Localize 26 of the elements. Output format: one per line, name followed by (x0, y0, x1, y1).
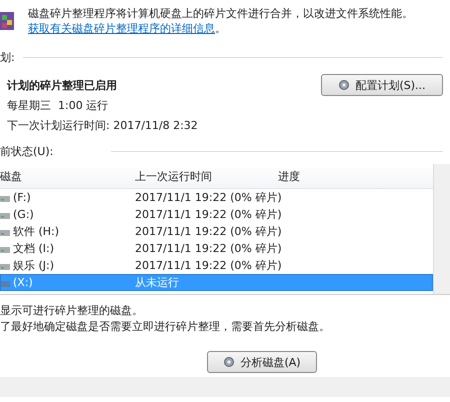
disk-row[interactable]: 文档 (I:) 2017/11/1 19:22 (0% 碎片) (0, 240, 433, 257)
info-text: 显示可进行碎片整理的磁盘。 (0, 303, 144, 319)
schedule-time: 每星期三 1:00 运行 (7, 99, 108, 112)
description-text: 磁盘碎片整理程序将计算机硬盘上的碎片文件进行合并，以改进文件系统性能。 获取有关磁盘碎片整理程序的详细信息。 (28, 6, 414, 37)
disk-name: (G:) (13, 208, 34, 221)
column-header[interactable]: 进度 (278, 168, 433, 184)
disk-name: 娱乐 (J:) (13, 258, 54, 273)
disk-row[interactable]: (F:) 2017/11/1 19:22 (0% 碎片) (0, 189, 433, 206)
disk-name: 软件 (H:) (13, 224, 60, 239)
help-link[interactable]: 获取有关磁盘碎片整理程序的详细信息 (28, 22, 215, 35)
info-text: 了最好地确定磁盘是否需要立即进行碎片整理，需要首先分析磁盘。 (0, 319, 331, 335)
column-header[interactable]: 磁盘 (0, 168, 135, 184)
configure-schedule-button[interactable]: 配置计划(S)... (321, 74, 443, 96)
section-heading: 划: (0, 50, 15, 64)
analyze-disk-button[interactable]: 分析磁盘(A) (207, 351, 317, 373)
section-heading: 前状态(U): (0, 144, 54, 158)
disk-name: 文档 (I:) (13, 241, 54, 256)
disk-name: (X:) (13, 276, 33, 289)
last-run-time: 从未运行 (135, 275, 180, 290)
disk-name: (F:) (13, 191, 31, 204)
column-header[interactable]: 上一次运行时间 (135, 168, 278, 184)
disk-row[interactable]: 软件 (H:) 2017/11/1 19:22 (0% 碎片) (0, 223, 433, 240)
disk-row[interactable]: 娱乐 (J:) 2017/11/1 19:22 (0% 碎片) (0, 257, 433, 274)
next-run-time: 下一次计划运行时间: 2017/11/8 2:32 (7, 119, 198, 132)
schedule-status: 计划的碎片整理已启用 (7, 78, 117, 92)
disk-row[interactable]: (G:) 2017/11/1 19:22 (0% 碎片) (0, 206, 433, 223)
